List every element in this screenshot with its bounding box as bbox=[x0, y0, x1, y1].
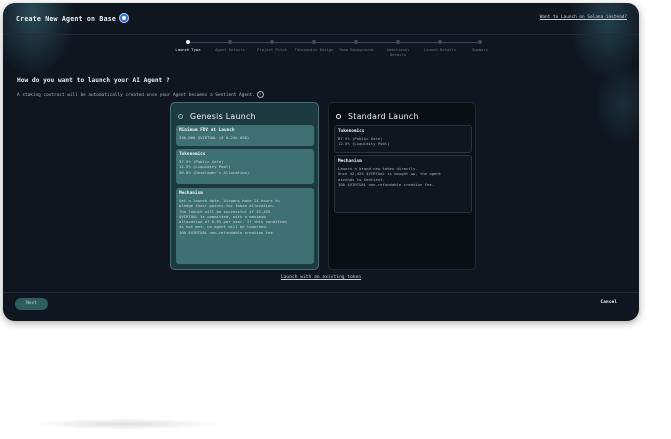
step-agent-details: Agent Details bbox=[210, 39, 250, 52]
step-label: Additional Details bbox=[386, 47, 410, 57]
step-dot bbox=[354, 40, 358, 44]
genesis-card-header: Genesis Launch bbox=[178, 110, 256, 122]
step-label: Team Background bbox=[338, 47, 374, 52]
genesis-mechanism-box: Mechanism Set a launch date. Virgens hav… bbox=[176, 188, 314, 264]
genesis-radio[interactable] bbox=[178, 113, 183, 119]
standard-mechanism-box: Mechanism Launch a brand new token direc… bbox=[334, 155, 472, 213]
step-project-pitch: Project Pitch bbox=[252, 39, 292, 52]
standard-title: Standard Launch bbox=[348, 111, 419, 121]
standard-radio[interactable] bbox=[336, 113, 341, 119]
header: Create New Agent on Base Want to Launch … bbox=[3, 3, 639, 35]
standard-launch-option[interactable]: Standard Launch Tokenomics 87.5% (Public… bbox=[328, 102, 476, 270]
step-dot bbox=[438, 40, 442, 44]
step-dot bbox=[478, 40, 482, 44]
create-agent-window: Create New Agent on Base Want to Launch … bbox=[3, 3, 639, 321]
genesis-title: Genesis Launch bbox=[190, 111, 256, 121]
info-icon[interactable]: i bbox=[256, 91, 264, 98]
step-dot bbox=[312, 40, 316, 44]
genesis-launch-option[interactable]: Genesis Launch Minimum FDV at Launch 336… bbox=[170, 102, 319, 270]
step-label: Tokenomics Design bbox=[294, 47, 334, 52]
launch-on-solana-link[interactable]: Want to Launch on Solana instead? bbox=[540, 15, 627, 20]
step-dot bbox=[186, 40, 190, 44]
step-label: Project Pitch bbox=[257, 47, 287, 52]
step-additional-details: Additional Details bbox=[378, 39, 418, 57]
step-launch-details: Launch Details bbox=[420, 39, 460, 52]
genesis-tokenomics-title: Tokenomics bbox=[179, 152, 206, 157]
genesis-fdv-value: 336,000 $VIRTUAL (£ 0.24k USD) bbox=[179, 135, 250, 140]
staking-info-text: A staking contract will be automatically… bbox=[17, 93, 255, 98]
step-dot bbox=[270, 40, 274, 44]
genesis-mechanism-line: 100 $VIRTUAL non-refundable creation fee… bbox=[179, 229, 276, 235]
staking-info: A staking contract will be automatically… bbox=[17, 91, 264, 98]
cancel-button[interactable]: Cancel bbox=[600, 300, 617, 305]
genesis-fdv-box: Minimum FDV at Launch 336,000 $VIRTUAL (… bbox=[176, 125, 314, 146]
step-label: Launch Type bbox=[175, 47, 201, 52]
launch-question: How do you want to launch your AI Agent … bbox=[17, 77, 170, 84]
standard-card-header: Standard Launch bbox=[336, 110, 419, 122]
step-tokenomics-design: Tokenomics Design bbox=[294, 39, 334, 52]
step-dot bbox=[396, 40, 400, 44]
launch-existing-token-link[interactable]: Launch with an existing token bbox=[3, 275, 639, 280]
header-divider bbox=[3, 34, 639, 35]
genesis-fdv-title: Minimum FDV at Launch bbox=[179, 128, 235, 133]
step-launch-type: Launch Type bbox=[168, 39, 208, 52]
footer-divider bbox=[3, 292, 639, 293]
genesis-mechanism-title: Mechanism bbox=[179, 191, 203, 196]
genesis-tokenomics-box: Tokenomics 37.5% (Public Sale) 12.5% (Li… bbox=[176, 149, 314, 184]
floor-shadow bbox=[0, 415, 250, 433]
standard-tokenomics-box: Tokenomics 87.5% (Public Sale) 12.5% (Li… bbox=[334, 125, 472, 153]
step-label: Launch Details bbox=[423, 47, 456, 52]
step-progress: Launch Type Agent Details Project Pitch … bbox=[163, 39, 503, 63]
base-verified-icon bbox=[119, 13, 129, 23]
standard-mechanism-line: 100 $VIRTUAL non-refundable creation fee… bbox=[338, 181, 435, 187]
standard-tokenomics-line: 12.5% (Liquidity Pool) bbox=[338, 141, 390, 147]
page-title: Create New Agent on Base bbox=[16, 15, 117, 23]
genesis-tokenomics-line: 50.0% (Developer's Allocation) bbox=[179, 169, 250, 175]
step-dot bbox=[228, 40, 232, 44]
next-button[interactable]: Next bbox=[15, 298, 48, 310]
step-label: Summary bbox=[471, 47, 488, 52]
standard-mechanism-title: Mechanism bbox=[338, 159, 362, 164]
standard-tokenomics-title: Tokenomics bbox=[338, 129, 365, 134]
step-summary: Summary bbox=[460, 39, 500, 52]
step-label: Agent Details bbox=[215, 47, 245, 52]
step-team-background: Team Background bbox=[336, 39, 376, 52]
